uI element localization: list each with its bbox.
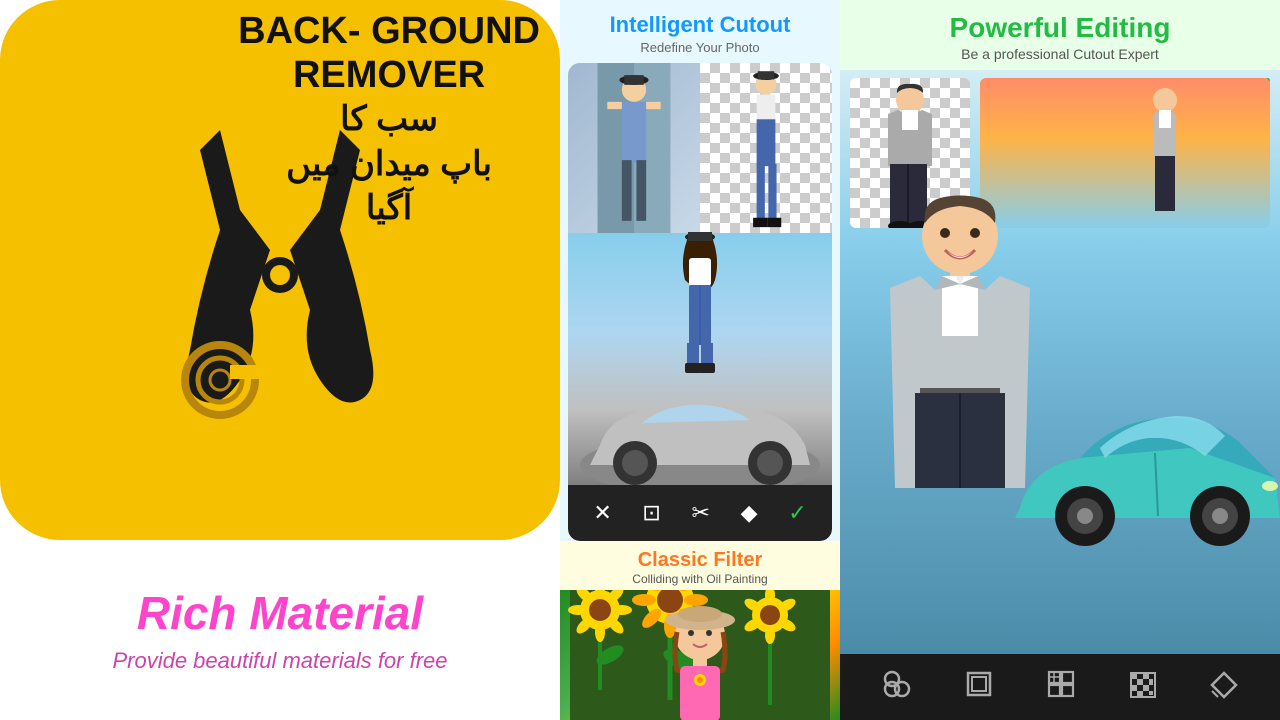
headline-urdu: سب کا باپ میدان میں آگیا	[238, 97, 540, 230]
before-after-container	[568, 63, 832, 233]
phone-toolbar[interactable]: ✕ ⊡ ✂ ◆ ✓	[568, 485, 832, 541]
erase-icon-svg	[1210, 671, 1238, 699]
toolbar-scissors-icon[interactable]: ✂	[692, 500, 710, 526]
classic-filter-section: Classic Filter Colliding with Oil Painti…	[560, 541, 840, 590]
app-icon-container: BACK- GROUND REMOVER سب کا باپ میدان میں…	[0, 0, 560, 540]
left-bottom: Rich Material Provide beautiful material…	[0, 540, 560, 720]
mosaic-icon-svg	[1047, 670, 1075, 698]
frame-icon-svg	[965, 670, 993, 698]
urdu-line1: سب کا	[340, 100, 438, 138]
left-panel: BACK- GROUND REMOVER سب کا باپ میدان میں…	[0, 0, 560, 720]
powerful-editing-title: Powerful Editing	[850, 12, 1270, 44]
after-figure-svg	[700, 63, 832, 233]
toolbar-select-icon[interactable]: ⊡	[642, 500, 660, 526]
urdu-line3: آگیا	[366, 189, 412, 227]
classic-filter-subtitle: Colliding with Oil Painting	[570, 572, 830, 586]
toolbar-close-icon[interactable]: ✕	[593, 500, 611, 526]
right-toolbar[interactable]	[840, 654, 1280, 720]
sunflower-girl-svg	[655, 600, 745, 720]
toolbar-transparent-icon[interactable]	[1129, 671, 1157, 704]
after-image	[700, 63, 832, 233]
main-editing-image	[568, 233, 832, 485]
toolbar-cutout-icon[interactable]	[882, 669, 912, 706]
cutout-icon-svg	[882, 669, 912, 699]
toolbar-check-icon[interactable]: ✓	[788, 500, 806, 526]
teal-car-svg	[1010, 368, 1280, 588]
toolbar-eraser-icon[interactable]: ◆	[741, 500, 758, 526]
toolbar-frame-icon[interactable]	[965, 670, 993, 705]
intelligent-cutout-header: Intelligent Cutout Redefine Your Photo	[560, 0, 840, 63]
checkerboard-icon-svg	[1129, 671, 1157, 699]
headline-line3: REMOVER	[293, 54, 485, 96]
urdu-line2: باپ میدان میں	[286, 145, 492, 183]
woman-figure-svg	[665, 225, 735, 425]
right-panel: Powerful Editing Be a professional Cutou…	[840, 0, 1280, 720]
classic-filter-title: Classic Filter	[570, 549, 830, 572]
headline-line1: BACK-	[238, 10, 360, 52]
before-image	[568, 63, 700, 233]
cutout-phone-mockup: ✕ ⊡ ✂ ◆ ✓	[568, 63, 832, 541]
rich-material-subtitle: Provide beautiful materials for free	[112, 648, 447, 674]
before-figure-svg	[568, 63, 700, 233]
right-content-area	[840, 70, 1280, 654]
toolbar-erase-icon[interactable]	[1210, 671, 1238, 704]
intelligent-cutout-subtitle: Redefine Your Photo	[570, 40, 830, 55]
toolbar-mosaic-icon[interactable]	[1047, 670, 1075, 705]
intelligent-cutout-title: Intelligent Cutout	[570, 12, 830, 38]
powerful-editing-subtitle: Be a professional Cutout Expert	[850, 46, 1270, 62]
headline-line2: GROUND	[371, 10, 540, 52]
sunflower-image	[560, 590, 840, 720]
headline-overlay: BACK- GROUND REMOVER سب کا باپ میدان میں…	[238, 10, 540, 230]
powerful-editing-header: Powerful Editing Be a professional Cutou…	[840, 0, 1280, 70]
middle-panel: Intelligent Cutout Redefine Your Photo	[560, 0, 840, 720]
rich-material-title: Rich Material	[137, 586, 423, 640]
